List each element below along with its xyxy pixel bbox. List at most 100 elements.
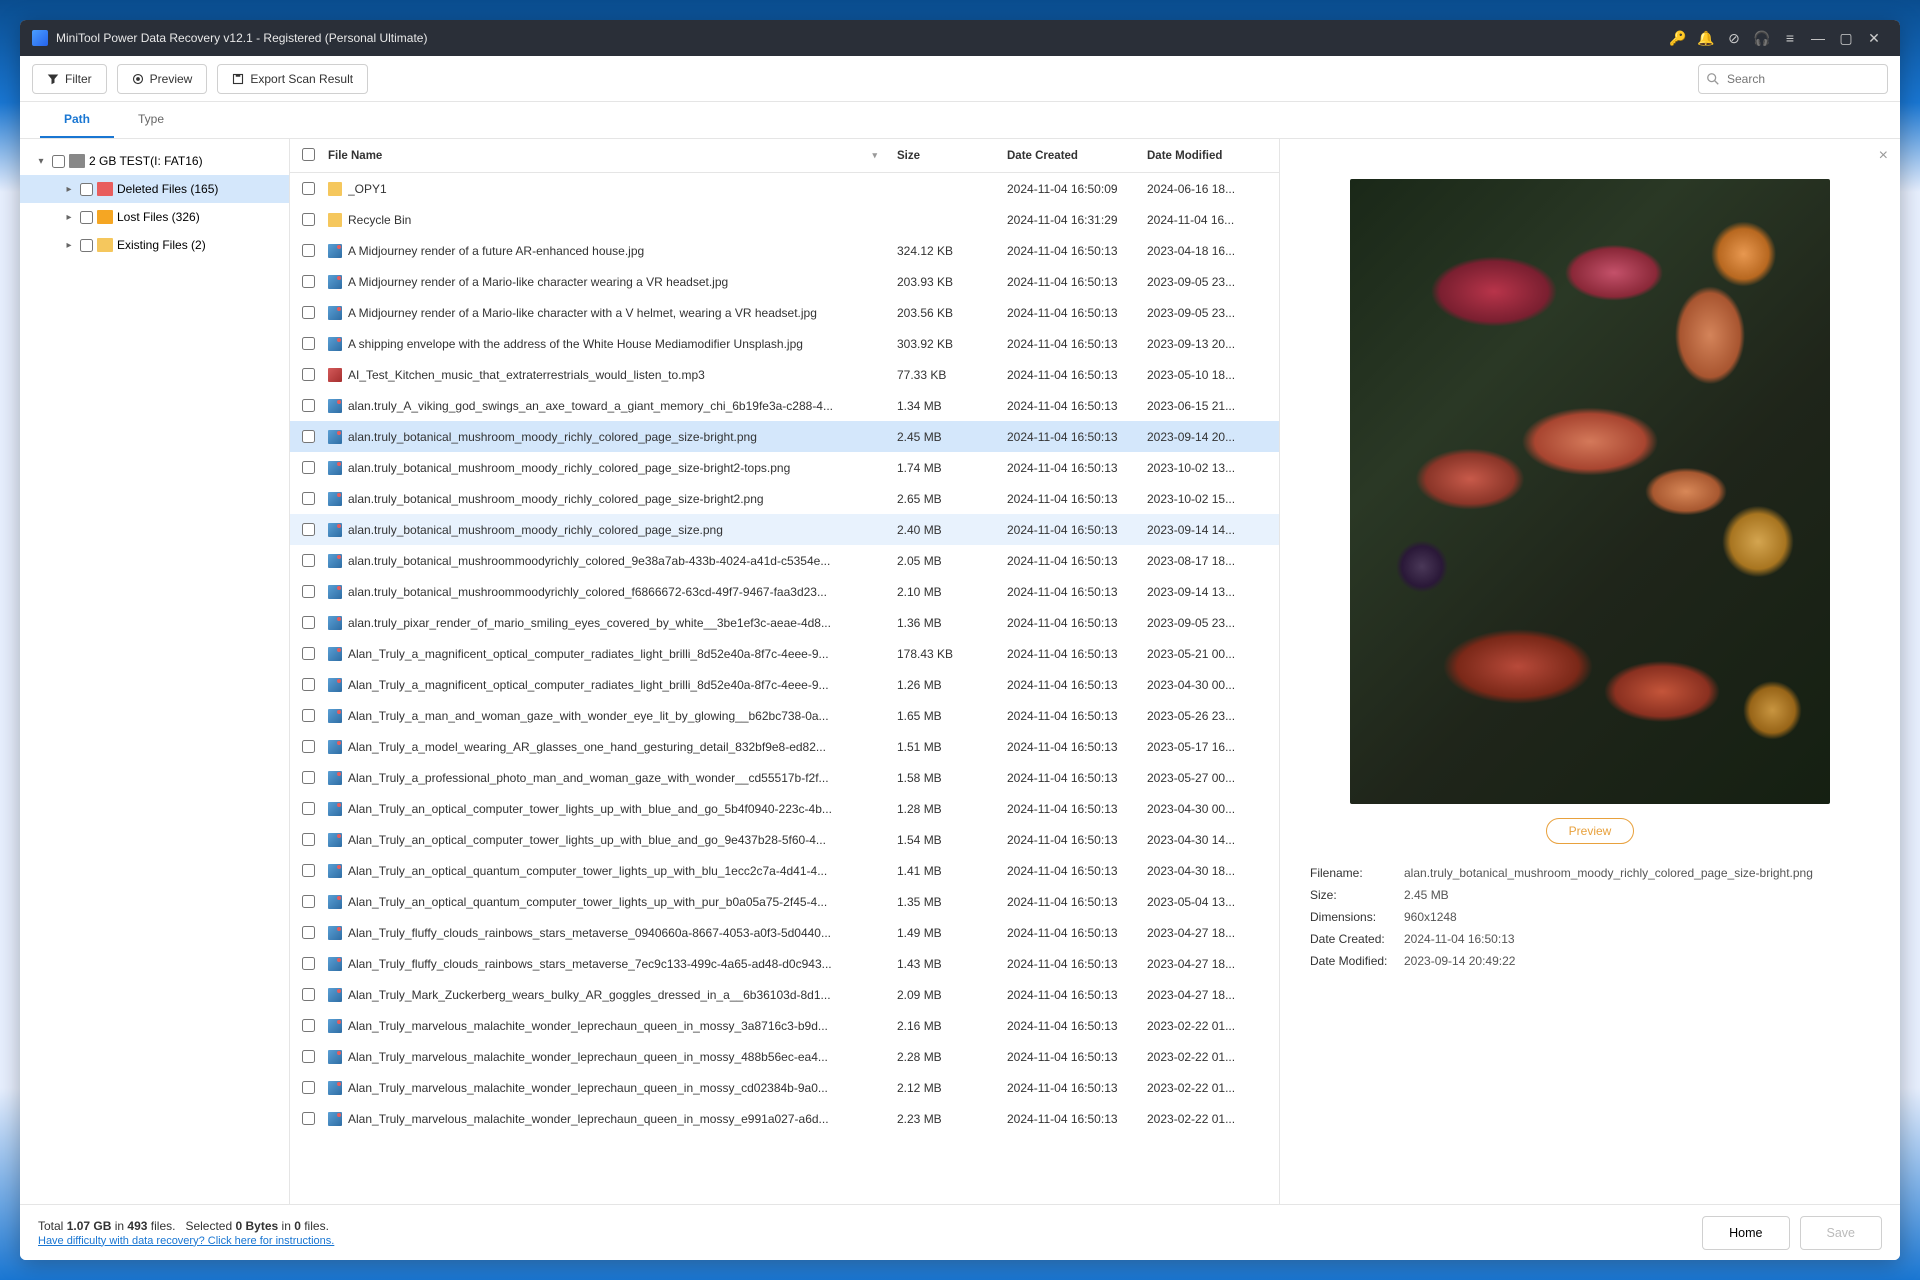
file-row[interactable]: A Midjourney render of a future AR-enhan… <box>290 235 1279 266</box>
file-row[interactable]: Alan_Truly_an_optical_quantum_computer_t… <box>290 855 1279 886</box>
tree-existing[interactable]: ▸ Existing Files (2) <box>20 231 289 259</box>
file-check[interactable] <box>302 585 315 598</box>
bell-icon[interactable]: 🔔 <box>1692 24 1720 52</box>
close-preview-icon[interactable]: × <box>1879 147 1888 165</box>
file-row[interactable]: Alan_Truly_an_optical_quantum_computer_t… <box>290 886 1279 917</box>
file-date-modified: 2023-04-27 18... <box>1147 926 1267 940</box>
search-input[interactable] <box>1698 64 1888 94</box>
file-row[interactable]: AI_Test_Kitchen_music_that_extraterrestr… <box>290 359 1279 390</box>
close-icon[interactable]: ✕ <box>1860 24 1888 52</box>
file-row[interactable]: alan.truly_botanical_mushroommoodyrichly… <box>290 576 1279 607</box>
tree-root-check[interactable] <box>52 155 65 168</box>
file-check[interactable] <box>302 709 315 722</box>
file-row[interactable]: Alan_Truly_an_optical_computer_tower_lig… <box>290 793 1279 824</box>
headset-icon[interactable]: 🎧 <box>1748 24 1776 52</box>
file-row[interactable]: alan.truly_botanical_mushroom_moody_rich… <box>290 421 1279 452</box>
file-check[interactable] <box>302 492 315 505</box>
file-check[interactable] <box>302 957 315 970</box>
col-date-created[interactable]: Date Created <box>1007 150 1147 162</box>
file-row[interactable]: alan.truly_botanical_mushroommoodyrichly… <box>290 545 1279 576</box>
col-date-modified[interactable]: Date Modified <box>1147 150 1267 162</box>
file-check[interactable] <box>302 988 315 1001</box>
file-check[interactable] <box>302 182 315 195</box>
file-check[interactable] <box>302 244 315 257</box>
file-row[interactable]: Alan_Truly_a_magnificent_optical_compute… <box>290 669 1279 700</box>
col-size[interactable]: Size <box>897 150 1007 162</box>
file-row[interactable]: A Midjourney render of a Mario-like char… <box>290 266 1279 297</box>
file-check[interactable] <box>302 616 315 629</box>
col-name[interactable]: File Name▾ <box>328 150 897 162</box>
tree-lost[interactable]: ▸ Lost Files (326) <box>20 203 289 231</box>
tree-deleted-check[interactable] <box>80 183 93 196</box>
file-row[interactable]: alan.truly_pixar_render_of_mario_smiling… <box>290 607 1279 638</box>
file-check[interactable] <box>302 337 315 350</box>
file-row[interactable]: Alan_Truly_an_optical_computer_tower_lig… <box>290 824 1279 855</box>
file-row[interactable]: alan.truly_botanical_mushroom_moody_rich… <box>290 514 1279 545</box>
menu-icon[interactable]: ≡ <box>1776 24 1804 52</box>
stop-icon[interactable]: ⊘ <box>1720 24 1748 52</box>
home-button[interactable]: Home <box>1702 1216 1789 1250</box>
file-check[interactable] <box>302 368 315 381</box>
file-row[interactable]: Alan_Truly_a_model_wearing_AR_glasses_on… <box>290 731 1279 762</box>
file-check[interactable] <box>302 678 315 691</box>
help-link[interactable]: Have difficulty with data recovery? Clic… <box>38 1235 334 1247</box>
preview-open-button[interactable]: Preview <box>1546 818 1635 844</box>
file-check[interactable] <box>302 926 315 939</box>
file-row[interactable]: alan.truly_botanical_mushroom_moody_rich… <box>290 483 1279 514</box>
file-check[interactable] <box>302 306 315 319</box>
file-row[interactable]: Alan_Truly_a_magnificent_optical_compute… <box>290 638 1279 669</box>
file-row[interactable]: Alan_Truly_a_professional_photo_man_and_… <box>290 762 1279 793</box>
export-button[interactable]: Export Scan Result <box>217 64 368 94</box>
file-row[interactable]: Alan_Truly_marvelous_malachite_wonder_le… <box>290 1072 1279 1103</box>
tree-lost-check[interactable] <box>80 211 93 224</box>
chevron-right-icon[interactable]: ▸ <box>62 184 76 195</box>
tree-root[interactable]: ▾ 2 GB TEST(I: FAT16) <box>20 147 289 175</box>
chevron-right-icon[interactable]: ▸ <box>62 212 76 223</box>
file-row[interactable]: Alan_Truly_fluffy_clouds_rainbows_stars_… <box>290 948 1279 979</box>
minimize-icon[interactable]: — <box>1804 24 1832 52</box>
file-row[interactable]: Alan_Truly_Mark_Zuckerberg_wears_bulky_A… <box>290 979 1279 1010</box>
file-check[interactable] <box>302 802 315 815</box>
file-row[interactable]: Alan_Truly_fluffy_clouds_rainbows_stars_… <box>290 917 1279 948</box>
file-row[interactable]: A Midjourney render of a Mario-like char… <box>290 297 1279 328</box>
file-check[interactable] <box>302 647 315 660</box>
maximize-icon[interactable]: ▢ <box>1832 24 1860 52</box>
file-check[interactable] <box>302 740 315 753</box>
filter-button[interactable]: Filter <box>32 64 107 94</box>
key-icon[interactable]: 🔑 <box>1664 24 1692 52</box>
file-row[interactable]: alan.truly_botanical_mushroom_moody_rich… <box>290 452 1279 483</box>
file-row[interactable]: Recycle Bin2024-11-04 16:31:292024-11-04… <box>290 204 1279 235</box>
file-row[interactable]: A shipping envelope with the address of … <box>290 328 1279 359</box>
file-check[interactable] <box>302 864 315 877</box>
file-check[interactable] <box>302 1112 315 1125</box>
preview-button[interactable]: Preview <box>117 64 208 94</box>
file-check[interactable] <box>302 430 315 443</box>
file-check[interactable] <box>302 275 315 288</box>
tab-type[interactable]: Type <box>114 102 188 138</box>
tree-deleted[interactable]: ▸ Deleted Files (165) <box>20 175 289 203</box>
file-check[interactable] <box>302 771 315 784</box>
file-row[interactable]: Alan_Truly_marvelous_malachite_wonder_le… <box>290 1041 1279 1072</box>
tree-existing-check[interactable] <box>80 239 93 252</box>
file-check[interactable] <box>302 554 315 567</box>
save-button[interactable]: Save <box>1800 1216 1883 1250</box>
file-list[interactable]: File Name▾ Size Date Created Date Modifi… <box>290 139 1280 1204</box>
file-check[interactable] <box>302 833 315 846</box>
file-row[interactable]: alan.truly_A_viking_god_swings_an_axe_to… <box>290 390 1279 421</box>
chevron-down-icon[interactable]: ▾ <box>34 156 48 167</box>
file-check[interactable] <box>302 1050 315 1063</box>
file-row[interactable]: Alan_Truly_marvelous_malachite_wonder_le… <box>290 1103 1279 1134</box>
file-check[interactable] <box>302 523 315 536</box>
file-check[interactable] <box>302 1019 315 1032</box>
file-check[interactable] <box>302 399 315 412</box>
select-all-check[interactable] <box>302 148 315 161</box>
tab-path[interactable]: Path <box>40 102 114 138</box>
file-row[interactable]: Alan_Truly_a_man_and_woman_gaze_with_won… <box>290 700 1279 731</box>
file-check[interactable] <box>302 895 315 908</box>
file-row[interactable]: _OPY12024-11-04 16:50:092024-06-16 18... <box>290 173 1279 204</box>
file-row[interactable]: Alan_Truly_marvelous_malachite_wonder_le… <box>290 1010 1279 1041</box>
file-check[interactable] <box>302 461 315 474</box>
chevron-right-icon[interactable]: ▸ <box>62 240 76 251</box>
file-check[interactable] <box>302 1081 315 1094</box>
file-check[interactable] <box>302 213 315 226</box>
